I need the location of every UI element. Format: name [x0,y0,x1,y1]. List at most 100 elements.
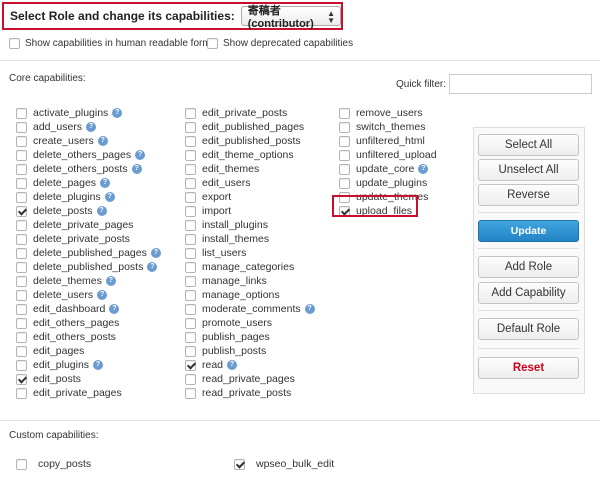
capability-checkbox[interactable] [16,345,27,357]
capability-checkbox[interactable] [16,289,27,301]
capability-item-list-users[interactable]: list_users [185,246,315,260]
capability-item-delete-users[interactable]: delete_users? [16,288,161,302]
capability-checkbox[interactable] [339,177,350,189]
capability-checkbox[interactable] [16,205,27,217]
default-role-button[interactable]: Default Role [478,318,579,340]
capability-item-unfiltered-html[interactable]: unfiltered_html [339,134,437,148]
capability-item-delete-published-pages[interactable]: delete_published_pages? [16,246,161,260]
capability-item-delete-posts[interactable]: delete_posts? [16,204,161,218]
help-icon[interactable]: ? [86,122,97,132]
unselect-all-button[interactable]: Unselect All [478,159,579,181]
capability-item-edit-published-posts[interactable]: edit_published_posts [185,134,315,148]
capability-item-activate-plugins[interactable]: activate_plugins? [16,106,161,120]
capability-checkbox[interactable] [16,458,27,470]
capability-item-edit-others-posts[interactable]: edit_others_posts [16,330,161,344]
capability-item-delete-private-posts[interactable]: delete_private_posts [16,232,161,246]
help-icon[interactable]: ? [418,164,429,174]
capability-checkbox[interactable] [16,303,27,315]
capability-checkbox[interactable] [234,458,245,470]
help-icon[interactable]: ? [104,192,115,202]
capability-checkbox[interactable] [16,149,27,161]
help-icon[interactable]: ? [227,360,238,370]
capability-item-edit-users[interactable]: edit_users [185,176,315,190]
custom-capability-copy-posts[interactable]: copy_posts [16,457,91,471]
help-icon[interactable]: ? [109,304,120,314]
capability-checkbox[interactable] [185,149,196,161]
capability-checkbox[interactable] [185,219,196,231]
human-readable-option[interactable]: Show capabilities in human readable form [9,38,211,49]
help-icon[interactable]: ? [150,248,161,258]
help-icon[interactable]: ? [93,360,104,370]
capability-checkbox[interactable] [185,303,196,315]
capability-checkbox[interactable] [16,135,27,147]
help-icon[interactable]: ? [105,276,116,286]
capability-checkbox[interactable] [185,317,196,329]
capability-item-create-users[interactable]: create_users? [16,134,161,148]
capability-checkbox[interactable] [185,275,196,287]
capability-checkbox[interactable] [16,317,27,329]
capability-checkbox[interactable] [185,289,196,301]
capability-checkbox[interactable] [339,135,350,147]
capability-item-import[interactable]: import [185,204,315,218]
human-readable-checkbox[interactable] [9,38,20,49]
capability-item-delete-pages[interactable]: delete_pages? [16,176,161,190]
capability-item-update-core[interactable]: update_core? [339,162,437,176]
capability-checkbox[interactable] [16,261,27,273]
help-icon[interactable]: ? [147,262,158,272]
capability-item-edit-pages[interactable]: edit_pages [16,344,161,358]
add-capability-button[interactable]: Add Capability [478,282,579,304]
capability-item-delete-private-pages[interactable]: delete_private_pages [16,218,161,232]
capability-item-unfiltered-upload[interactable]: unfiltered_upload [339,148,437,162]
capability-item-promote-users[interactable]: promote_users [185,316,315,330]
capability-item-read-private-pages[interactable]: read_private_pages [185,372,315,386]
capability-item-switch-themes[interactable]: switch_themes [339,120,437,134]
capability-item-read[interactable]: read? [185,358,315,372]
capability-checkbox[interactable] [16,219,27,231]
capability-checkbox[interactable] [16,247,27,259]
capability-checkbox[interactable] [16,373,27,385]
capability-checkbox[interactable] [339,107,350,119]
capability-checkbox[interactable] [16,191,27,203]
capability-item-edit-private-posts[interactable]: edit_private_posts [185,106,315,120]
capability-checkbox[interactable] [185,261,196,273]
capability-item-edit-themes[interactable]: edit_themes [185,162,315,176]
capability-item-install-themes[interactable]: install_themes [185,232,315,246]
capability-checkbox[interactable] [185,121,196,133]
deprecated-checkbox[interactable] [207,38,218,49]
capability-checkbox[interactable] [185,373,196,385]
capability-item-edit-published-pages[interactable]: edit_published_pages [185,120,315,134]
help-icon[interactable]: ? [100,178,111,188]
capability-item-delete-plugins[interactable]: delete_plugins? [16,190,161,204]
capability-checkbox[interactable] [16,233,27,245]
select-all-button[interactable]: Select All [478,134,579,156]
reset-button[interactable]: Reset [478,357,579,379]
capability-item-export[interactable]: export [185,190,315,204]
capability-item-edit-private-pages[interactable]: edit_private_pages [16,386,161,400]
capability-checkbox[interactable] [185,177,196,189]
capability-checkbox[interactable] [185,107,196,119]
help-icon[interactable]: ? [131,164,142,174]
update-button[interactable]: Update [478,220,579,242]
capability-checkbox[interactable] [185,387,196,399]
help-icon[interactable]: ? [112,108,123,118]
capability-checkbox[interactable] [185,345,196,357]
help-icon[interactable]: ? [96,206,107,216]
capability-checkbox[interactable] [16,331,27,343]
capability-item-delete-others-posts[interactable]: delete_others_posts? [16,162,161,176]
capability-item-delete-published-posts[interactable]: delete_published_posts? [16,260,161,274]
capability-item-edit-theme-options[interactable]: edit_theme_options [185,148,315,162]
capability-item-edit-posts[interactable]: edit_posts [16,372,161,386]
capability-item-read-private-posts[interactable]: read_private_posts [185,386,315,400]
capability-checkbox[interactable] [185,135,196,147]
capability-checkbox[interactable] [16,107,27,119]
capability-checkbox[interactable] [185,205,196,217]
deprecated-option[interactable]: Show deprecated capabilities [207,38,353,49]
quick-filter-input[interactable] [449,74,592,94]
help-icon[interactable]: ? [135,150,146,160]
capability-checkbox[interactable] [16,359,27,371]
capability-item-install-plugins[interactable]: install_plugins [185,218,315,232]
capability-item-remove-users[interactable]: remove_users [339,106,437,120]
capability-item-delete-others-pages[interactable]: delete_others_pages? [16,148,161,162]
capability-item-delete-themes[interactable]: delete_themes? [16,274,161,288]
capability-checkbox[interactable] [339,149,350,161]
